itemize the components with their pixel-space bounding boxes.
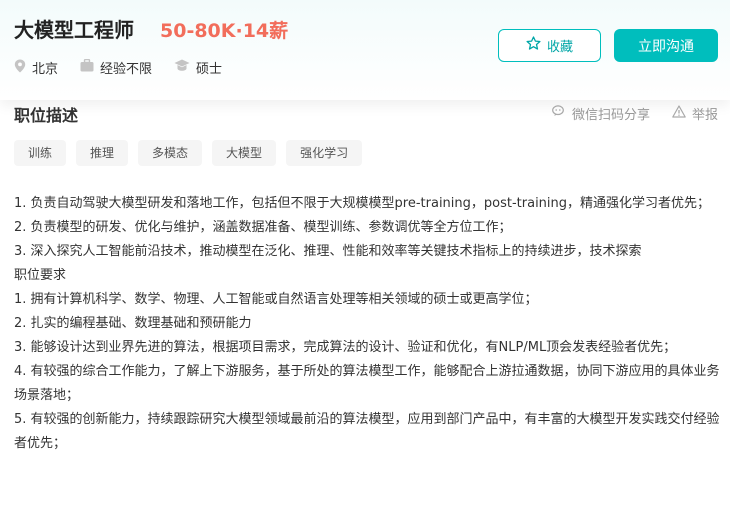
description-line: 3. 能够设计达到业界先进的算法，根据项目需求，完成算法的设计、验证和优化，有N… [14, 340, 677, 355]
star-icon [526, 36, 547, 55]
skill-tags: 训练 推理 多模态 大模型 强化学习 [14, 140, 372, 166]
share-label: 微信扫码分享 [571, 108, 650, 123]
degree-text: 硕士 [196, 62, 223, 77]
job-header: 大模型工程师 50-80K·14薪 北京 经验不限 硕士 收藏 立即沟通 [0, 0, 730, 100]
skill-tag: 强化学习 [286, 140, 363, 166]
description-line: 1. 负责自动驾驶大模型研发和落地工作，包括但不限于大规模模型pre-train… [14, 196, 711, 211]
report-label: 举报 [691, 108, 718, 123]
job-meta: 北京 经验不限 硕士 [14, 58, 244, 77]
description-line: 2. 扎实的编程基础、数理基础和预研能力 [14, 316, 252, 331]
graduation-cap-icon [174, 59, 196, 76]
title-row: 大模型工程师 50-80K·14薪 [14, 14, 288, 43]
job-title: 大模型工程师 [14, 18, 134, 42]
location-item: 北京 [14, 58, 58, 77]
chat-now-button[interactable]: 立即沟通 [614, 29, 718, 62]
skill-tag: 推理 [76, 140, 129, 166]
description-line: 1. 拥有计算机科学、数学、物理、人工智能或自然语言处理等相关领域的硕士或更高学… [14, 292, 538, 307]
skill-tag: 大模型 [212, 140, 277, 166]
salary: 50-80K·14薪 [160, 20, 289, 42]
degree-item: 硕士 [174, 58, 222, 77]
section-actions: 微信扫码分享 举报 [530, 104, 718, 123]
description-line: 4. 有较强的综合工作能力，了解上下游服务，基于所处的算法模型工作，能够配合上游… [14, 364, 720, 403]
section-title: 职位描述 [14, 106, 79, 125]
experience-text: 经验不限 [100, 62, 153, 77]
location-text: 北京 [32, 62, 59, 77]
wechat-icon [552, 105, 572, 122]
report-link[interactable]: 举报 [672, 104, 718, 123]
warning-icon [672, 105, 692, 122]
description-line: 3. 深入探究人工智能前沿技术，推动模型在泛化、推理、性能和效率等关键技术指标上… [14, 244, 642, 259]
experience-item: 经验不限 [80, 58, 152, 77]
skill-tag: 训练 [14, 140, 67, 166]
description-line: 5. 有较强的创新能力，持续跟踪研究大模型领域最前沿的算法模型，应用到部门产品中… [14, 412, 720, 451]
favorite-label: 收藏 [546, 40, 573, 55]
job-description: 1. 负责自动驾驶大模型研发和落地工作，包括但不限于大规模模型pre-train… [14, 192, 720, 456]
description-line: 2. 负责模型的研发、优化与维护，涵盖数据准备、模型训练、参数调优等全方位工作； [14, 220, 512, 235]
wechat-share-link[interactable]: 微信扫码分享 [552, 104, 650, 123]
location-pin-icon [14, 59, 32, 77]
description-line: 职位要求 [14, 268, 67, 283]
favorite-button[interactable]: 收藏 [498, 29, 601, 62]
briefcase-icon [80, 58, 100, 76]
skill-tag: 多模态 [138, 140, 203, 166]
job-description-header: 职位描述 微信扫码分享 举报 [14, 102, 718, 125]
